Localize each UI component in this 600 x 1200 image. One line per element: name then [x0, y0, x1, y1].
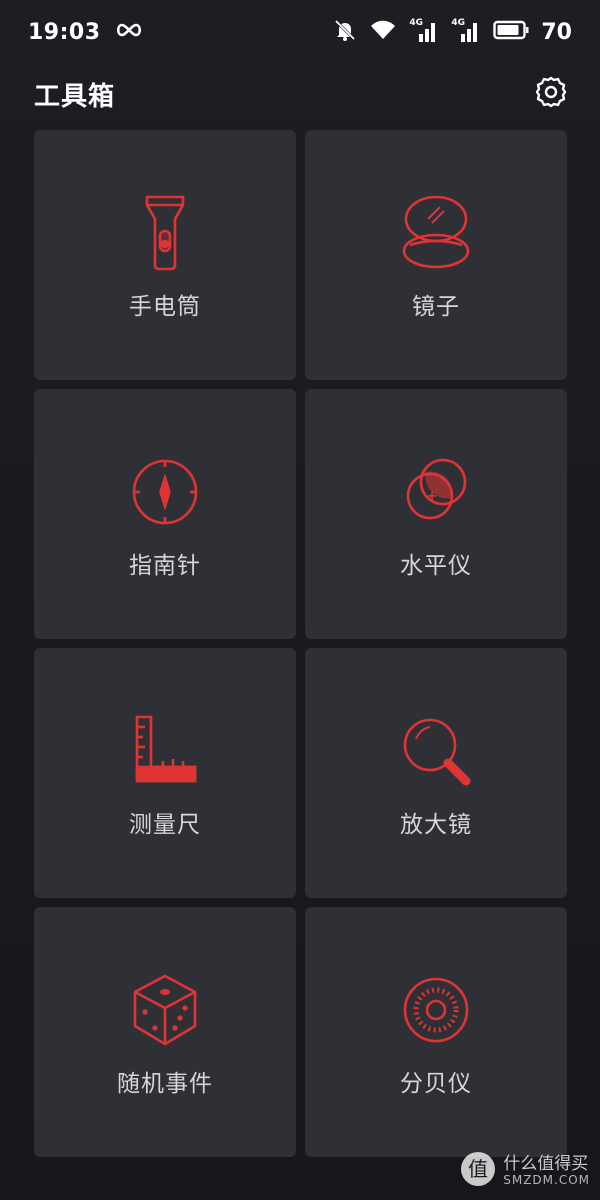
tool-label: 测量尺 [129, 812, 201, 838]
decibel-meter-icon [396, 970, 476, 1050]
magnifier-icon [396, 711, 476, 791]
status-time: 19:03 [28, 19, 101, 45]
watermark-en: SMZDM.COM [503, 1172, 590, 1187]
tool-label: 水平仪 [400, 553, 472, 579]
tools-grid: 手电筒 镜子 指南针 水平仪 测量尺 放大镜 随机事件 分贝仪 [34, 130, 567, 1157]
status-right: 4G 4G 70 [333, 18, 572, 46]
signal-icon-1: 4G [409, 18, 439, 44]
tool-tile-compass[interactable]: 指南针 [34, 389, 296, 639]
tool-tile-flashlight[interactable]: 手电筒 [34, 130, 296, 380]
ruler-icon [125, 711, 205, 791]
watermark-logo-icon: 值 [459, 1150, 497, 1192]
level-icon [396, 452, 476, 532]
mirror-icon [396, 193, 476, 273]
status-bar: 19:03 4G 4G 70 [0, 0, 600, 64]
status-left: 19:03 [28, 20, 143, 45]
watermark-cn: 什么值得买 [503, 1154, 589, 1175]
battery-icon [493, 20, 529, 44]
tool-tile-level[interactable]: 水平仪 [305, 389, 567, 639]
wifi-icon [369, 19, 397, 45]
settings-button[interactable] [532, 75, 570, 113]
battery-percent: 70 [541, 19, 572, 45]
tool-tile-random-event[interactable]: 随机事件 [34, 907, 296, 1157]
tool-label: 随机事件 [117, 1071, 213, 1097]
signal-icon-2: 4G [451, 18, 481, 44]
tool-label: 指南针 [129, 553, 201, 579]
gear-icon [534, 75, 568, 113]
tool-tile-mirror[interactable]: 镜子 [305, 130, 567, 380]
infinity-icon [115, 22, 143, 42]
tool-tile-decibel-meter[interactable]: 分贝仪 [305, 907, 567, 1157]
tool-label: 放大镜 [400, 812, 472, 838]
tool-tile-ruler[interactable]: 测量尺 [34, 648, 296, 898]
flashlight-icon [125, 193, 205, 273]
dice-icon [125, 970, 205, 1050]
watermark-text: 什么值得买 SMZDM.COM [503, 1155, 590, 1187]
page-title: 工具箱 [34, 81, 116, 112]
tool-tile-magnifier[interactable]: 放大镜 [305, 648, 567, 898]
watermark: 值 什么值得买 SMZDM.COM [459, 1150, 590, 1192]
watermark-glyph: 值 [468, 1157, 488, 1181]
compass-icon [125, 452, 205, 532]
tool-label: 镜子 [412, 294, 460, 320]
tool-label: 分贝仪 [400, 1071, 472, 1097]
app-header: 工具箱 [0, 64, 600, 124]
tool-label: 手电筒 [129, 294, 201, 320]
mute-bell-icon [333, 18, 357, 46]
